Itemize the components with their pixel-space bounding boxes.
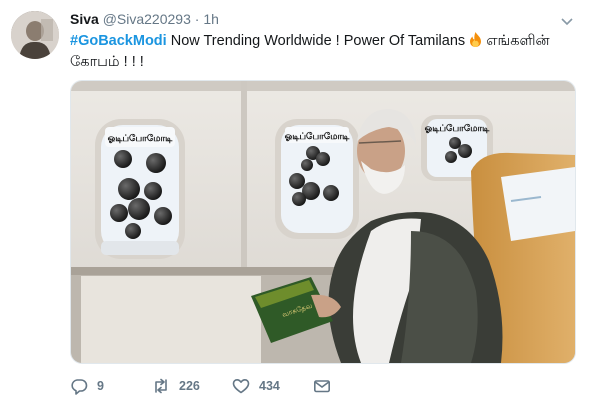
dm-button[interactable] — [313, 375, 340, 397]
reply-icon — [71, 379, 88, 395]
reply-count: 9 — [97, 379, 104, 393]
balloon-card-label-1: ஓடிப்போமோடி — [108, 133, 174, 144]
tweet[interactable]: Siva @Siva220293 · 1h #GoBackModi Now Tr… — [0, 0, 589, 409]
avatar[interactable] — [11, 11, 59, 59]
window-middle: ஓடிப்போமோடி — [275, 119, 359, 239]
tweet-body: Now Trending Worldwide ! Power Of Tamila… — [166, 33, 470, 49]
separator-dot: · — [194, 11, 200, 27]
like-count: 434 — [259, 379, 280, 393]
caret-down-icon[interactable] — [560, 14, 574, 28]
window-left: ஓடிப்போமோடி — [95, 119, 185, 259]
tweet-actions: 9 226 434 — [70, 375, 575, 397]
retweet-icon — [155, 378, 167, 394]
user-handle[interactable]: @Siva220293 — [103, 11, 191, 27]
balloon-card-label-3: ஓடிப்போமோடி — [425, 123, 491, 134]
retweet-button[interactable]: 226 — [152, 375, 200, 397]
tweet-header: Siva @Siva220293 · 1h — [70, 10, 219, 28]
tweet-image[interactable]: ஓடிப்போமோடி ஓடிப்போமோடி ஓடிப்போமோடி வாசு… — [70, 80, 576, 364]
display-name[interactable]: Siva — [70, 11, 99, 27]
dm-icon — [313, 380, 330, 393]
like-button[interactable]: 434 — [232, 375, 280, 397]
hashtag-link[interactable]: #GoBackModi — [70, 33, 167, 49]
timestamp[interactable]: 1h — [203, 11, 219, 27]
retweet-count: 226 — [179, 379, 200, 393]
tweet-text: #GoBackModi Now Trending Worldwide ! Pow… — [70, 31, 575, 73]
reply-button[interactable]: 9 — [70, 375, 104, 397]
like-icon — [232, 379, 250, 394]
balloon-card-label-2: ஓடிப்போமோடி — [285, 131, 351, 142]
fire-emoji-icon — [469, 32, 482, 47]
